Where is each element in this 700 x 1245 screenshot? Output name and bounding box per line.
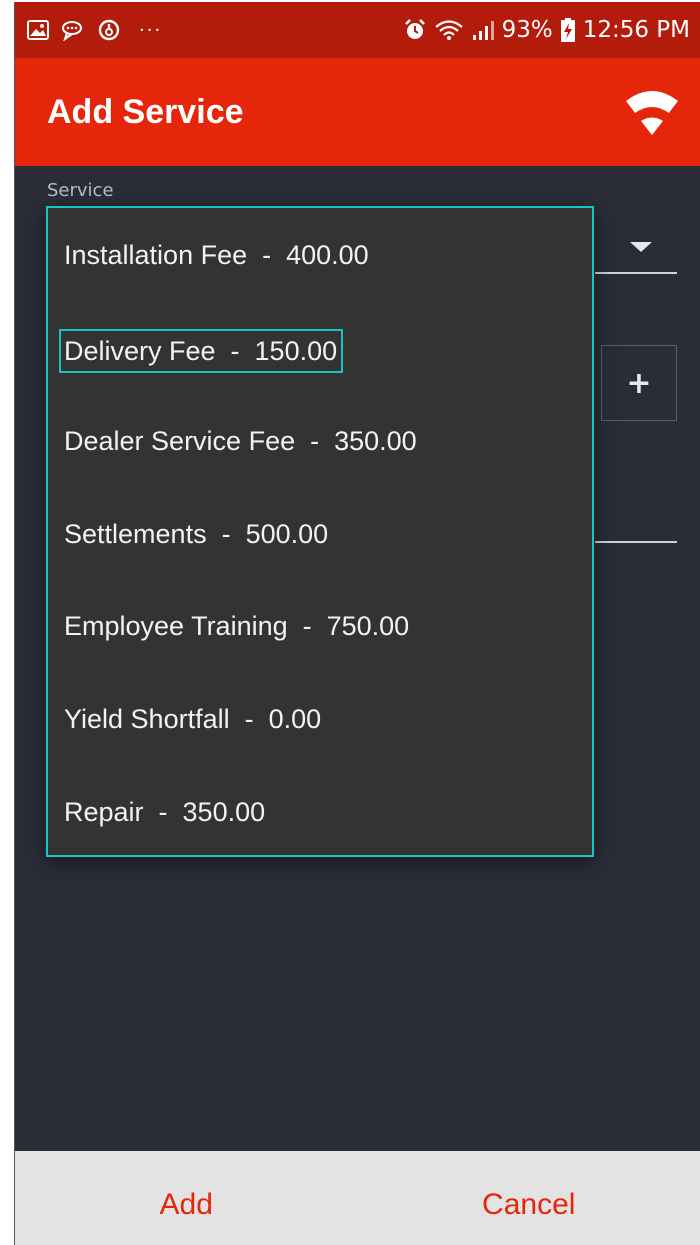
field-underline	[595, 541, 677, 543]
add-button[interactable]: Add	[15, 1151, 358, 1245]
battery-percent: 93%	[501, 17, 553, 43]
list-item[interactable]: Repair - 350.00	[64, 792, 265, 832]
list-item[interactable]: Installation Fee - 400.00	[64, 235, 369, 275]
service-field-label: Service	[47, 180, 114, 201]
chat-icon	[61, 19, 85, 41]
list-item[interactable]: Settlements - 500.00	[64, 514, 328, 554]
wifi-icon[interactable]	[622, 82, 682, 142]
status-left-icons: ···	[27, 18, 162, 42]
clock: 12:56 PM	[582, 17, 690, 43]
cancel-button[interactable]: Cancel	[358, 1151, 700, 1245]
list-item[interactable]: Yield Shortfall - 0.00	[64, 699, 321, 739]
list-item-selected[interactable]: Delivery Fee - 150.00	[58, 329, 344, 373]
app-bar: Add Service	[15, 58, 700, 166]
alarm-icon	[404, 19, 426, 41]
quantity-increment-button[interactable]: +	[601, 345, 677, 421]
page-title: Add Service	[47, 92, 244, 131]
signal-icon	[472, 19, 494, 41]
service-dropdown-underline	[595, 272, 677, 274]
sync-icon	[97, 18, 121, 42]
plus-icon: +	[626, 365, 652, 401]
dropdown-arrow-icon[interactable]	[630, 242, 652, 252]
service-dropdown-list: Installation Fee - 400.00 Delivery Fee -…	[46, 206, 594, 857]
phone-screen: ··· 93% 12:56 PM Add Service Service + I…	[14, 2, 700, 1245]
wifi-icon	[434, 19, 464, 41]
status-right: 93% 12:56 PM	[404, 17, 690, 43]
battery-charging-icon	[560, 18, 575, 42]
list-item[interactable]: Dealer Service Fee - 350.00	[64, 421, 417, 461]
list-item[interactable]: Employee Training - 750.00	[64, 606, 409, 646]
more-notifications-indicator: ···	[139, 19, 163, 41]
image-icon	[27, 20, 49, 40]
dialog-button-bar: Add Cancel	[15, 1151, 700, 1245]
status-bar: ··· 93% 12:56 PM	[15, 2, 700, 58]
